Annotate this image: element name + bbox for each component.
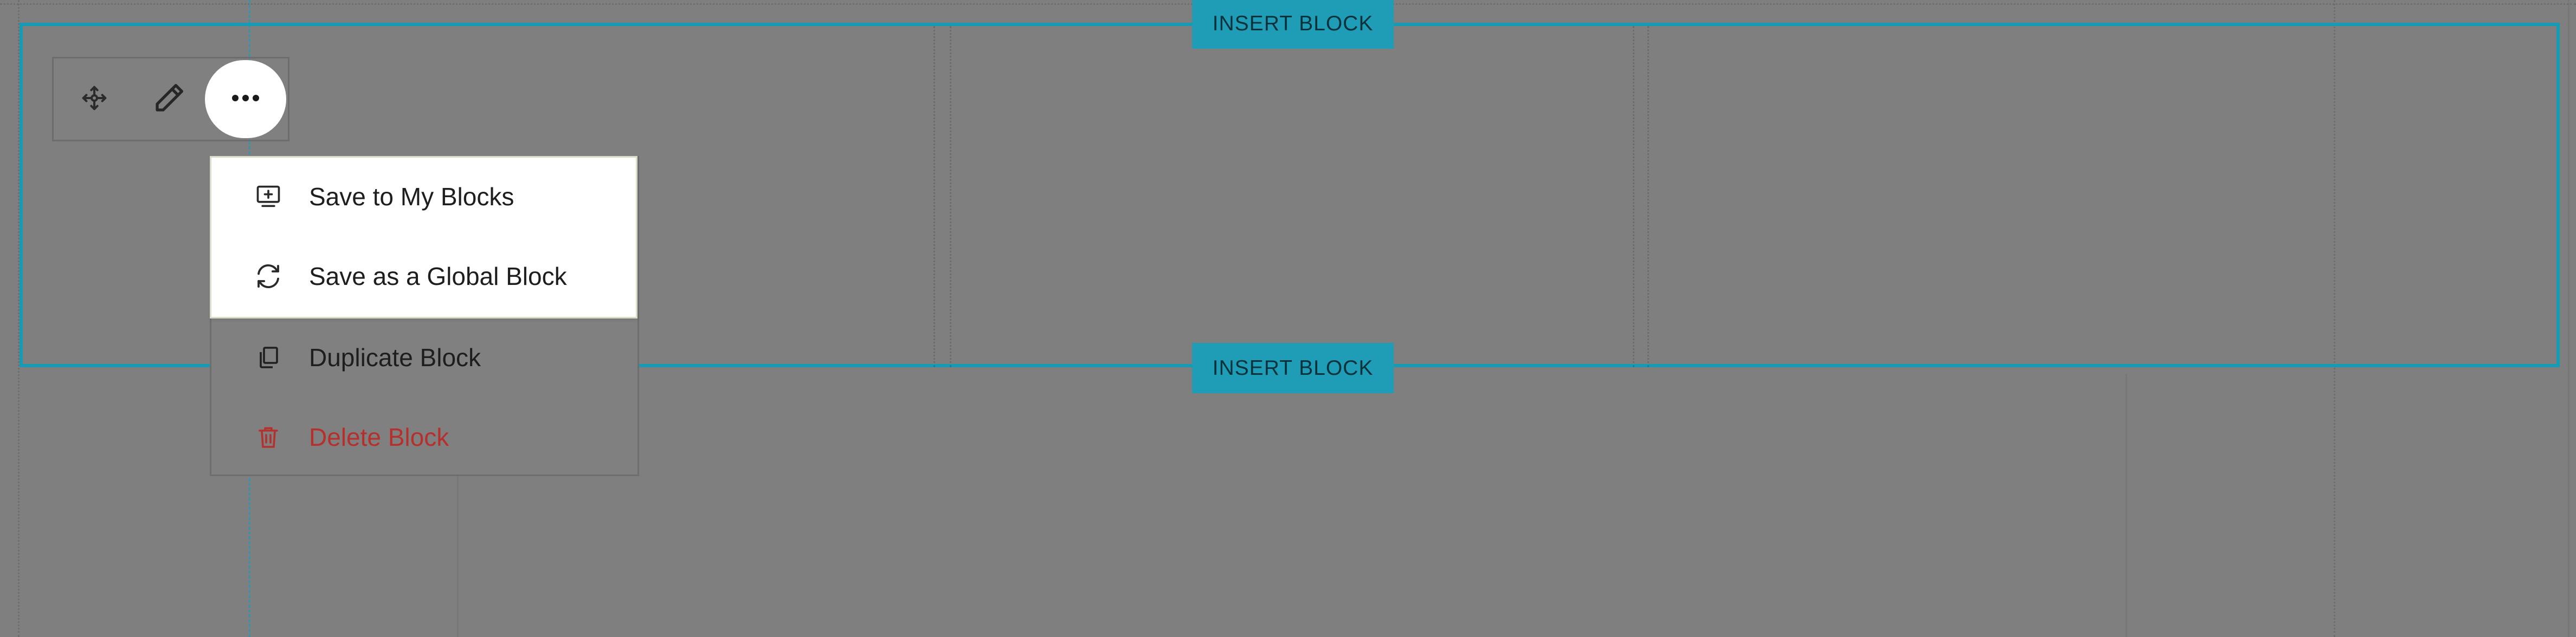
column-separator: [950, 26, 951, 367]
insert-block-button-top[interactable]: INSERT BLOCK: [1192, 0, 1394, 49]
cut-off-text: [247, 0, 442, 2]
block-toolbar: [52, 57, 289, 141]
more-options-button[interactable]: [205, 60, 286, 138]
duplicate-icon: [252, 341, 285, 374]
menu-item-duplicate-block[interactable]: Duplicate Block: [211, 318, 637, 396]
move-icon: [80, 83, 109, 115]
menu-item-save-to-my-blocks[interactable]: Save to My Blocks: [211, 158, 637, 236]
insert-block-button-bottom[interactable]: INSERT BLOCK: [1192, 343, 1394, 393]
edit-button[interactable]: [133, 58, 205, 140]
block-options-menu-highlighted: Save to My Blocks Save as a Global Block: [210, 156, 637, 318]
sync-icon: [252, 260, 285, 292]
menu-item-delete-block[interactable]: Delete Block: [211, 398, 637, 476]
column-separator: [933, 26, 935, 367]
more-horizontal-icon: [231, 94, 260, 105]
save-to-library-icon: [252, 180, 285, 213]
menu-item-label: Duplicate Block: [309, 343, 481, 372]
column-guide: [2126, 374, 2127, 637]
trash-icon: [252, 421, 285, 453]
menu-item-label: Save as a Global Block: [309, 262, 567, 290]
menu-item-save-as-global-block[interactable]: Save as a Global Block: [211, 237, 637, 315]
move-button[interactable]: [59, 58, 130, 140]
column-separator: [1647, 26, 1649, 367]
pencil-icon: [151, 80, 187, 119]
menu-item-label: Save to My Blocks: [309, 183, 514, 211]
editor-canvas: INSERT BLOCK INSERT BLOCK Duplicate Bloc…: [0, 0, 2576, 637]
menu-item-label: Delete Block: [309, 423, 449, 451]
page-guide-right: [2568, 0, 2569, 637]
column-separator: [1633, 26, 1634, 367]
